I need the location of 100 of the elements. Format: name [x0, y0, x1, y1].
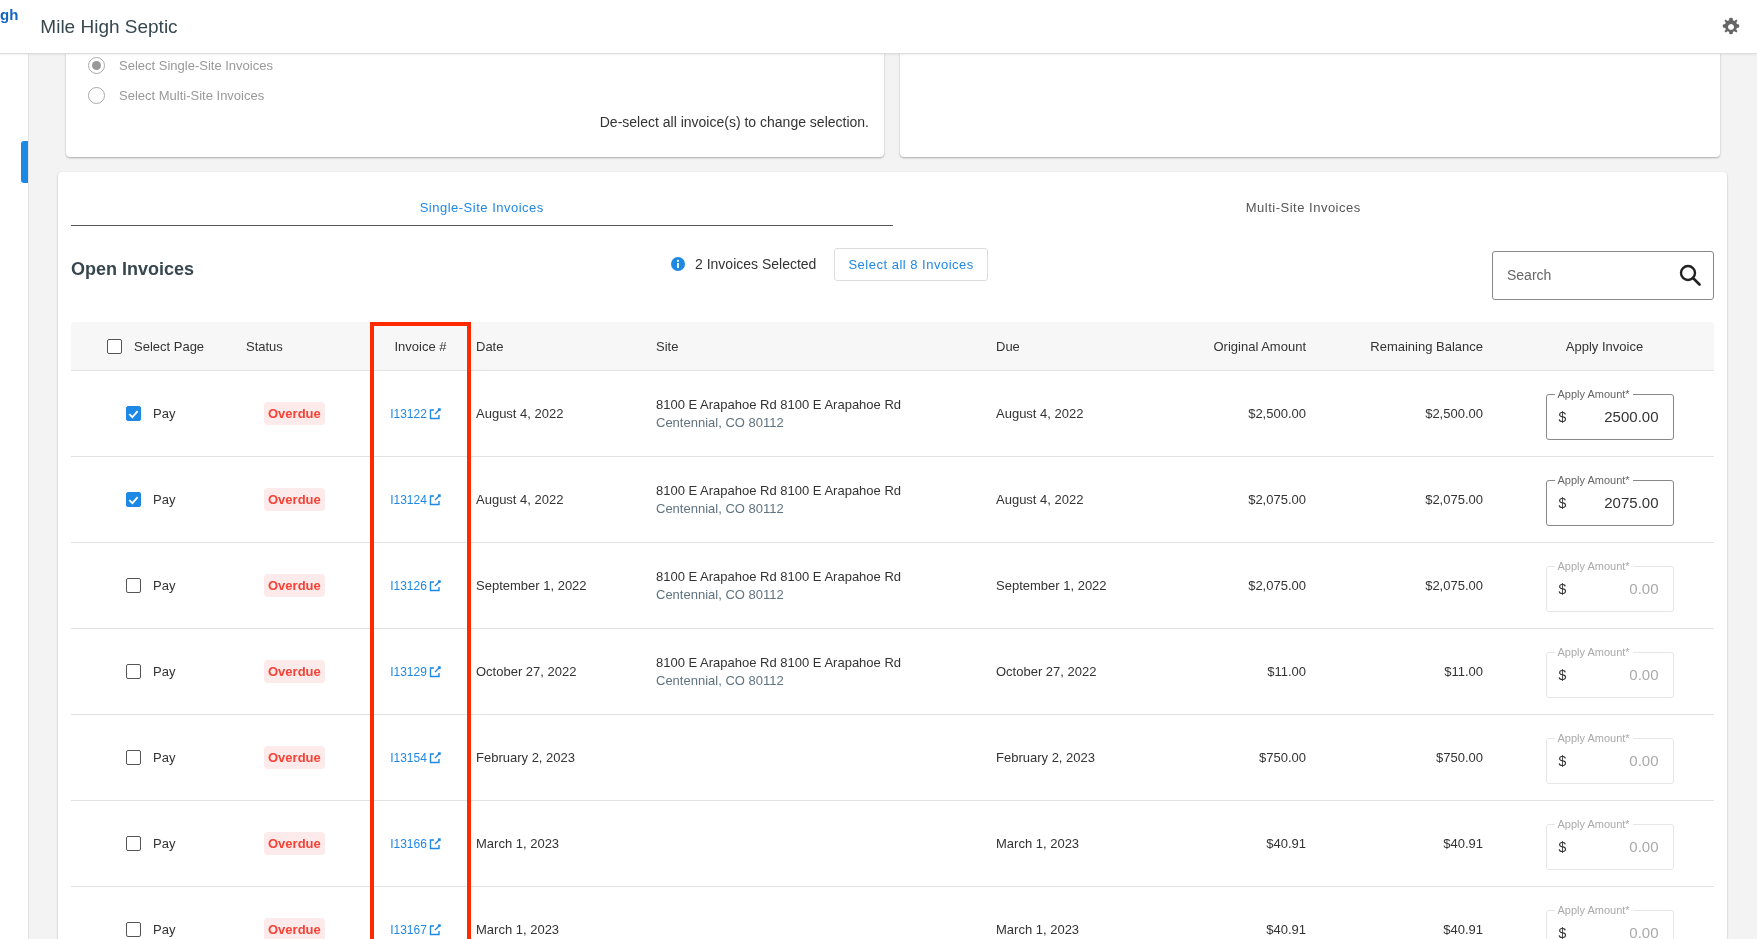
external-link-icon: [428, 923, 441, 936]
section-title: Open Invoices: [71, 258, 196, 280]
invoice-link[interactable]: I13122: [390, 406, 441, 421]
checkbox[interactable]: [126, 836, 141, 851]
search-input[interactable]: Search: [1505, 266, 1679, 284]
column-header: Site: [656, 338, 679, 354]
status-badge: Overdue: [264, 574, 325, 597]
status-badge: Overdue: [264, 660, 325, 683]
table-cell: Centennial, CO 80112: [656, 415, 784, 430]
invoice-link[interactable]: I13167: [390, 922, 441, 937]
checkbox[interactable]: [126, 664, 141, 679]
invoice-link[interactable]: I13154: [390, 750, 441, 765]
helper-text: De-select all invoice(s) to change selection.: [598, 114, 869, 130]
checkbox-label: Pay: [153, 922, 176, 937]
table-cell: Centennial, CO 80112: [656, 587, 784, 602]
column-header: Status: [246, 338, 283, 354]
checkbox[interactable]: [126, 922, 141, 937]
info-icon: [671, 257, 685, 271]
tab[interactable]: Multi-Site Invoices: [892, 200, 1714, 226]
checkbox[interactable]: [126, 406, 141, 421]
amount-field[interactable]: Apply Amount* $ 2500.00: [1545, 387, 1674, 440]
column-header: Due: [996, 338, 1020, 354]
column-header: Date: [476, 338, 504, 354]
checkbox[interactable]: [126, 750, 141, 765]
table-cell: $750.00: [1436, 750, 1483, 765]
select-all-button[interactable]: Select all 8 Invoices: [834, 247, 988, 281]
table-cell: August 4, 2022: [996, 492, 1084, 507]
table-cell: August 4, 2022: [476, 406, 564, 421]
invoice-link[interactable]: I13126: [390, 578, 441, 593]
radio-label: Select Multi-Site Invoices: [119, 87, 265, 103]
table-cell: $11.00: [1444, 664, 1483, 679]
table-cell: March 1, 2023: [996, 836, 1080, 851]
status-badge: Overdue: [264, 402, 325, 425]
table-cell: $2,075.00: [1248, 578, 1306, 593]
checkbox[interactable]: [126, 578, 141, 593]
table-cell: 8100 E Arapahoe Rd 8100 E Arapahoe Rd: [656, 483, 902, 498]
checkbox-label: Pay: [153, 836, 176, 851]
checkbox[interactable]: [126, 492, 141, 507]
table-cell: $2,500.00: [1425, 406, 1483, 421]
table-cell: $11.00: [1267, 664, 1306, 679]
checkbox-label: Pay: [153, 578, 176, 593]
external-link-icon: [428, 665, 441, 678]
table-cell: August 4, 2022: [996, 406, 1084, 421]
table-cell: March 1, 2023: [476, 836, 560, 851]
external-link-icon: [428, 837, 441, 850]
invoice-link[interactable]: I13129: [390, 664, 441, 679]
search-icon: [1679, 264, 1701, 286]
external-link-icon: [428, 493, 441, 506]
external-link-icon: [428, 579, 441, 592]
column-header: Select Page: [134, 338, 205, 354]
app-title: Mile High Septic: [40, 15, 179, 38]
column-header: Invoice #: [394, 338, 447, 354]
amount-input[interactable]: 2075.00: [1566, 493, 1661, 512]
checkbox-label: Pay: [153, 664, 176, 679]
column-header: Original Amount: [1213, 338, 1306, 354]
table-cell: $2,075.00: [1425, 492, 1483, 507]
checkbox-label: Pay: [153, 406, 176, 421]
amount-input[interactable]: 2500.00: [1566, 407, 1661, 426]
table-cell: $2,075.00: [1425, 578, 1483, 593]
table-cell: $2,500.00: [1248, 406, 1306, 421]
table-cell: Centennial, CO 80112: [656, 673, 784, 688]
search-field[interactable]: Search: [1492, 250, 1714, 300]
column-header: Remaining Balance: [1370, 338, 1483, 354]
checkbox[interactable]: [107, 338, 122, 354]
table-cell: February 2, 2023: [996, 750, 1095, 765]
status-badge: Overdue: [264, 746, 325, 769]
status-badge: Overdue: [264, 832, 325, 855]
table-cell: $2,075.00: [1248, 492, 1306, 507]
table-cell: October 27, 2022: [996, 664, 1097, 679]
table-cell: March 1, 2023: [996, 922, 1080, 937]
table-cell: $750.00: [1259, 750, 1306, 765]
table-cell: Centennial, CO 80112: [656, 501, 784, 516]
checkbox-label: Pay: [153, 492, 176, 507]
table-cell: September 1, 2022: [996, 578, 1107, 593]
invoice-link[interactable]: I13124: [390, 492, 441, 507]
table-cell: February 2, 2023: [476, 750, 575, 765]
column-header: Apply Invoice: [1565, 338, 1644, 354]
table-cell: March 1, 2023: [476, 922, 560, 937]
table-cell: 8100 E Arapahoe Rd 8100 E Arapahoe Rd: [656, 397, 902, 412]
table-cell: $40.91: [1443, 836, 1483, 851]
status-badge: Overdue: [264, 918, 325, 939]
table-cell: October 27, 2022: [476, 664, 577, 679]
tab[interactable]: Single-Site Invoices: [71, 200, 893, 226]
invoice-link[interactable]: I13166: [390, 836, 441, 851]
active-nav-indicator: [21, 141, 28, 183]
settings-icon[interactable]: [1721, 16, 1741, 37]
table-cell: $40.91: [1266, 922, 1306, 937]
table-cell: $40.91: [1266, 836, 1306, 851]
table-cell: $40.91: [1443, 922, 1483, 937]
table-cell: 8100 E Arapahoe Rd 8100 E Arapahoe Rd: [656, 569, 902, 584]
table-cell: September 1, 2022: [476, 578, 587, 593]
external-link-icon: [428, 407, 441, 420]
checkbox-label: Pay: [153, 750, 176, 765]
external-link-icon: [428, 751, 441, 764]
status-badge: Overdue: [264, 488, 325, 511]
logo: gh: [0, 6, 19, 24]
radio-label: Select Single-Site Invoices: [119, 57, 273, 73]
table-cell: August 4, 2022: [476, 492, 564, 507]
amount-field[interactable]: Apply Amount* $ 2075.00: [1545, 473, 1674, 526]
table-cell: 8100 E Arapahoe Rd 8100 E Arapahoe Rd: [656, 655, 902, 670]
